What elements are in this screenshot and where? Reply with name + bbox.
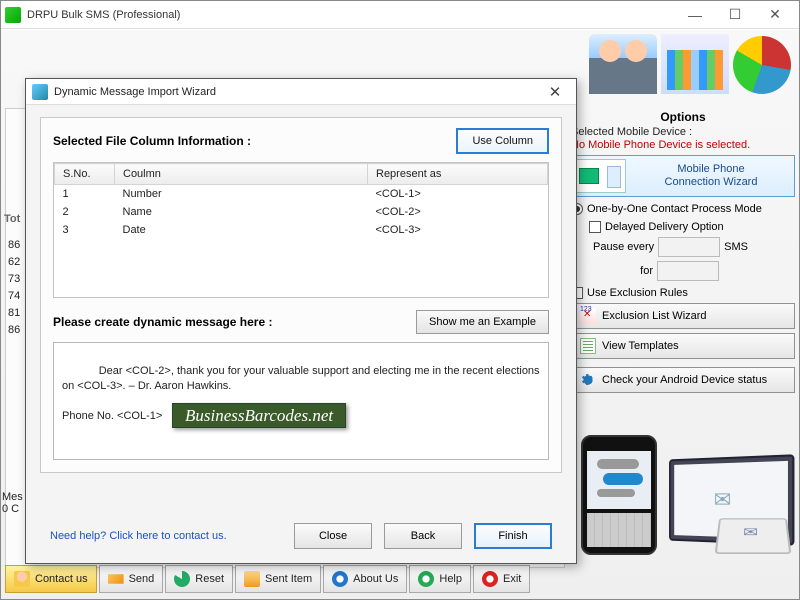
titlebar: DRPU Bulk SMS (Professional) — ☐ ✕	[1, 1, 799, 29]
reset-button[interactable]: Reset	[165, 565, 233, 593]
use-column-button[interactable]: Use Column	[456, 128, 549, 154]
app-title: DRPU Bulk SMS (Professional)	[27, 9, 675, 21]
view-templates-button[interactable]: View Templates	[571, 333, 795, 359]
help-button[interactable]: Help	[409, 565, 471, 593]
col-header-sno: S.No.	[55, 164, 115, 185]
app-icon	[5, 7, 21, 23]
pause-every-row: Pause every SMS	[593, 237, 795, 257]
use-exclusion-checkbox[interactable]: Use Exclusion Rules	[571, 287, 795, 299]
col-header-column: Coulmn	[115, 164, 368, 185]
minimize-button[interactable]: —	[675, 2, 715, 28]
dialog-title: Dynamic Message Import Wizard	[54, 86, 540, 98]
info-icon	[332, 571, 348, 587]
dialog-close-button[interactable]: ✕	[540, 83, 570, 101]
content-area: Tot 86 62 73 74 81 86 Mes 0 C Options Se…	[1, 29, 799, 599]
dialog-icon	[32, 84, 48, 100]
pause-every-label: Pause every	[593, 241, 654, 253]
phone-illustration	[581, 435, 657, 555]
barchart-illustration	[661, 34, 729, 94]
dynamic-message-import-wizard-dialog: Dynamic Message Import Wizard ✕ Selected…	[25, 78, 577, 564]
tablet-illustration	[715, 518, 792, 554]
contact-us-button[interactable]: Contact us	[5, 565, 97, 593]
about-us-button[interactable]: About Us	[323, 565, 407, 593]
options-panel: Options Selected Mobile Device : No Mobi…	[571, 110, 795, 393]
maximize-button[interactable]: ☐	[715, 2, 755, 28]
mobile-wizard-icon	[574, 159, 626, 193]
devices-illustration	[575, 431, 793, 559]
number-list-fragment: 86 62 73 74 81 86	[8, 237, 20, 339]
exclusion-list-wizard-button[interactable]: Exclusion List Wizard	[571, 303, 795, 329]
pause-every-input[interactable]	[658, 237, 720, 257]
delayed-delivery-checkbox[interactable]: Delayed Delivery Option	[589, 221, 795, 233]
send-button[interactable]: Send	[99, 565, 164, 593]
selected-device-label: Selected Mobile Device :	[571, 126, 795, 138]
exclusion-icon	[580, 308, 596, 324]
create-message-label: Please create dynamic message here :	[53, 315, 272, 329]
for-label: for	[593, 265, 653, 277]
delayed-delivery-label: Delayed Delivery Option	[605, 221, 724, 233]
wizard-line1: Mobile Phone	[677, 163, 744, 175]
col-header-represent: Represent as	[368, 164, 548, 185]
help-link[interactable]: Need help? Click here to contact us.	[50, 530, 282, 542]
exit-button[interactable]: Exit	[473, 565, 530, 593]
close-button[interactable]: Close	[294, 523, 372, 549]
watermark: BusinessBarcodes.net	[172, 403, 346, 428]
pause-for-input[interactable]	[657, 261, 719, 281]
gear-icon	[580, 372, 596, 388]
sent-item-button[interactable]: Sent Item	[235, 565, 321, 593]
check-android-label: Check your Android Device status	[602, 374, 767, 386]
check-android-status-button[interactable]: Check your Android Device status	[571, 367, 795, 393]
process-mode-radio[interactable]: One-by-One Contact Process Mode	[571, 203, 795, 215]
pause-for-row: for	[593, 261, 795, 281]
checkbox-icon	[589, 221, 601, 233]
table-row[interactable]: 3Date<COL-3>	[55, 221, 548, 239]
exclusion-wizard-label: Exclusion List Wizard	[602, 310, 707, 322]
table-row[interactable]: 2Name<COL-2>	[55, 203, 548, 221]
show-example-button[interactable]: Show me an Example	[416, 310, 549, 334]
dialog-titlebar: Dynamic Message Import Wizard ✕	[26, 79, 576, 105]
column-info-group: Selected File Column Information : Use C…	[40, 117, 562, 473]
sms-suffix: SMS	[724, 241, 748, 253]
no-device-warning: No Mobile Phone Device is selected.	[571, 139, 795, 151]
column-info-label: Selected File Column Information :	[53, 134, 251, 148]
mobile-connection-wizard-button[interactable]: Mobile Phone Connection Wizard	[571, 155, 795, 197]
send-icon	[108, 571, 124, 587]
options-title: Options	[571, 110, 795, 124]
wizard-line2: Connection Wizard	[665, 176, 758, 188]
use-exclusion-label: Use Exclusion Rules	[587, 287, 688, 299]
people-illustration	[589, 34, 657, 94]
column-table[interactable]: S.No. Coulmn Represent as 1Number<COL-1>…	[53, 162, 549, 298]
piechart-illustration	[733, 36, 791, 94]
bottom-toolbar: Contact us Send Reset Sent Item About Us…	[5, 565, 530, 595]
sent-icon	[244, 571, 260, 587]
reset-icon	[174, 571, 190, 587]
view-templates-label: View Templates	[602, 340, 679, 352]
templates-icon	[580, 338, 596, 354]
main-window: DRPU Bulk SMS (Professional) — ☐ ✕ Tot 8…	[0, 0, 800, 600]
contact-icon	[14, 571, 30, 587]
message-label-fragment: Mes 0 C	[2, 491, 23, 515]
dynamic-message-textarea[interactable]: Dear <COL-2>, thank you for your valuabl…	[53, 342, 549, 460]
help-icon	[418, 571, 434, 587]
finish-button[interactable]: Finish	[474, 523, 552, 549]
back-button[interactable]: Back	[384, 523, 462, 549]
exit-icon	[482, 571, 498, 587]
process-mode-label: One-by-One Contact Process Mode	[587, 203, 762, 215]
total-label: Tot	[4, 213, 20, 225]
dialog-footer: Need help? Click here to contact us. Clo…	[26, 523, 576, 549]
table-row[interactable]: 1Number<COL-1>	[55, 185, 548, 204]
window-close-button[interactable]: ✕	[755, 2, 795, 28]
